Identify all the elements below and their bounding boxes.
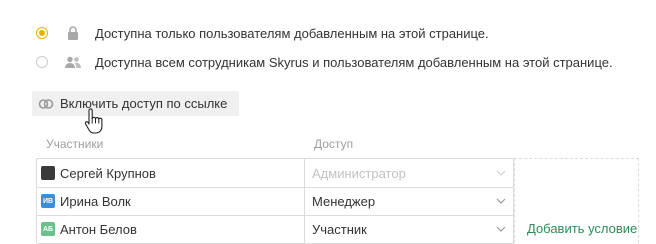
access-option-restricted-label: Доступна только пользователям добавленны… (95, 25, 489, 41)
avatar: ИВ (41, 194, 55, 208)
hand-cursor-icon (84, 108, 106, 134)
chevron-down-icon (496, 170, 506, 176)
access-option-restricted[interactable]: Доступна только пользователям добавленны… (36, 23, 489, 43)
radio-restricted[interactable] (36, 27, 48, 39)
access-value: Участник (312, 221, 367, 237)
avatar (41, 166, 55, 180)
users-icon (65, 54, 81, 70)
table-row: Сергей Крупнов Администратор (37, 159, 514, 188)
lock-icon (65, 25, 81, 41)
chevron-down-icon[interactable] (496, 226, 506, 232)
add-condition-link[interactable]: Добавить условие (527, 221, 637, 236)
access-option-company-label: Доступна всем сотрудникам Skyrus и польз… (95, 54, 613, 70)
participants-table: Сергей Крупнов Администратор ИВ Ирина Во… (36, 158, 514, 244)
participant-cell: ИВ Ирина Волк (37, 187, 305, 215)
avatar: АБ (41, 222, 55, 236)
radio-company[interactable] (36, 56, 48, 68)
participant-name: Антон Белов (60, 221, 137, 237)
participant-name: Сергей Крупнов (60, 165, 156, 181)
access-option-company[interactable]: Доступна всем сотрудникам Skyrus и польз… (36, 52, 613, 72)
access-value: Менеджер (312, 193, 376, 209)
participant-name: Ирина Волк (60, 193, 131, 209)
access-select[interactable]: Менеджер (305, 187, 514, 215)
access-select[interactable]: Участник (305, 215, 514, 243)
column-header-access: Доступ (314, 137, 354, 151)
column-header-participants: Участники (46, 137, 104, 151)
participant-cell: Сергей Крупнов (37, 159, 305, 187)
participant-cell: АБ Антон Белов (37, 215, 305, 243)
link-icon (38, 98, 54, 110)
access-value: Администратор (312, 165, 406, 181)
table-row: АБ Антон Белов Участник (37, 215, 514, 244)
chevron-down-icon[interactable] (496, 198, 506, 204)
table-row: ИВ Ирина Волк Менеджер (37, 187, 514, 216)
enable-link-access-button[interactable]: Включить доступ по ссылке (32, 91, 239, 116)
access-select: Администратор (305, 159, 514, 187)
